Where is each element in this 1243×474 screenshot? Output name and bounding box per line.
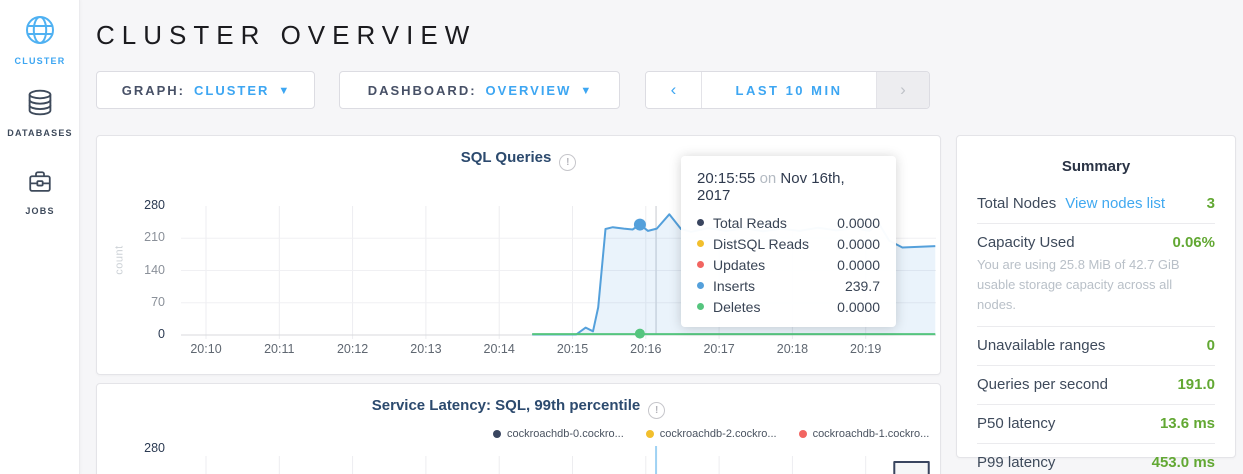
time-range-selector: ‹ LAST 10 MIN › — [645, 71, 930, 109]
series-name: Deletes — [713, 299, 828, 315]
time-prev-button[interactable]: ‹ — [646, 72, 701, 108]
sidebar-item-label: CLUSTER — [0, 56, 80, 66]
tooltip-series-row: Deletes 0.0000 — [695, 296, 880, 317]
sidebar-item-label: DATABASES — [0, 128, 80, 138]
summary-row-line: Total Nodes View nodes list 3 — [977, 195, 1215, 212]
database-icon — [23, 107, 57, 124]
dashboard-dropdown[interactable]: DASHBOARD: OVERVIEW ▼ — [339, 71, 620, 109]
cockroachdb-admin-ui: CLUSTER DATABASES JOBS CLUSTER OVERVIEW GR… — [0, 0, 1243, 474]
series-color-dot — [697, 240, 704, 247]
summary-label: P99 latency — [977, 454, 1055, 471]
briefcase-icon — [24, 185, 56, 202]
service-latency-chart[interactable] — [97, 384, 942, 474]
summary-label: Queries per second — [977, 376, 1108, 393]
sidebar-item-jobs[interactable]: JOBS — [0, 166, 80, 216]
tooltip-series-row: Updates 0.0000 — [695, 254, 880, 275]
series-value: 239.7 — [845, 278, 880, 294]
summary-row-line: Queries per second 191.0 — [977, 376, 1215, 393]
series-value: 0.0000 — [837, 299, 880, 315]
summary-row: P99 latency 453.0 ms — [977, 444, 1215, 474]
summary-row: Queries per second 191.0 — [977, 366, 1215, 405]
series-value: 0.0000 — [837, 257, 880, 273]
service-latency-panel: Service Latency: SQL, 99th percentile! c… — [96, 383, 941, 474]
summary-row-line: P99 latency 453.0 ms — [977, 454, 1215, 471]
graph-dropdown-value: CLUSTER — [194, 83, 269, 98]
series-name: Total Reads — [713, 215, 828, 231]
series-value: 0.0000 — [837, 215, 880, 231]
tooltip-series-row: Inserts 239.7 — [695, 275, 880, 296]
summary-description: You are using 25.8 MiB of 42.7 GiB usabl… — [977, 255, 1215, 315]
sidebar: CLUSTER DATABASES JOBS — [0, 0, 80, 474]
summary-label: Unavailable ranges — [977, 337, 1105, 354]
series-name: Inserts — [713, 278, 836, 294]
summary-value: 13.6 ms — [1160, 415, 1215, 432]
summary-value: 3 — [1207, 195, 1215, 212]
globe-icon — [22, 35, 58, 52]
summary-value: 0.06% — [1172, 234, 1215, 251]
dashboard-dropdown-label: DASHBOARD: — [368, 83, 477, 98]
series-color-dot — [697, 303, 704, 310]
time-range-label[interactable]: LAST 10 MIN — [701, 72, 877, 108]
summary-label: Total Nodes — [977, 195, 1056, 212]
dashboard-dropdown-value: OVERVIEW — [486, 83, 572, 98]
summary-title: Summary — [977, 152, 1215, 185]
summary-value: 0 — [1207, 337, 1215, 354]
graph-dropdown[interactable]: GRAPH: CLUSTER ▼ — [96, 71, 315, 109]
series-color-dot — [697, 219, 704, 226]
summary-row: P50 latency 13.6 ms — [977, 405, 1215, 444]
summary-row: Unavailable ranges 0 — [977, 327, 1215, 366]
series-name: Updates — [713, 257, 828, 273]
summary-value: 453.0 ms — [1152, 454, 1215, 471]
series-color-dot — [697, 282, 704, 289]
summary-row-line: P50 latency 13.6 ms — [977, 415, 1215, 432]
summary-row: Capacity Used 0.06% You are using 25.8 MiB… — [977, 224, 1215, 327]
summary-label: Capacity Used — [977, 234, 1075, 251]
time-next-button[interactable]: › — [877, 72, 929, 108]
view-nodes-list-link[interactable]: View nodes list — [1065, 195, 1165, 212]
series-color-dot — [697, 261, 704, 268]
tooltip-series-row: Total Reads 0.0000 — [695, 212, 880, 233]
page-title: CLUSTER OVERVIEW — [96, 20, 476, 51]
chevron-down-icon: ▼ — [580, 85, 591, 97]
summary-value: 191.0 — [1177, 376, 1215, 393]
tooltip-timestamp: 20:15:55 on Nov 16th, 2017 — [697, 170, 880, 204]
chevron-down-icon: ▼ — [278, 85, 289, 97]
summary-row: Total Nodes View nodes list 3 — [977, 185, 1215, 224]
tooltip-series-row: DistSQL Reads 0.0000 — [695, 233, 880, 254]
graph-dropdown-label: GRAPH: — [122, 83, 185, 98]
sidebar-item-label: JOBS — [0, 206, 80, 216]
series-value: 0.0000 — [837, 236, 880, 252]
summary-label: P50 latency — [977, 415, 1055, 432]
sidebar-item-databases[interactable]: DATABASES — [0, 86, 80, 138]
summary-row-line: Unavailable ranges 0 — [977, 337, 1215, 354]
summary-panel: Summary Total Nodes View nodes list 3 Capac… — [956, 135, 1236, 458]
series-name: DistSQL Reads — [713, 236, 828, 252]
chart-tooltip: 20:15:55 on Nov 16th, 2017 Total Reads 0.… — [681, 156, 896, 327]
summary-row-line: Capacity Used 0.06% — [977, 234, 1215, 251]
sidebar-item-cluster[interactable]: CLUSTER — [0, 12, 80, 66]
